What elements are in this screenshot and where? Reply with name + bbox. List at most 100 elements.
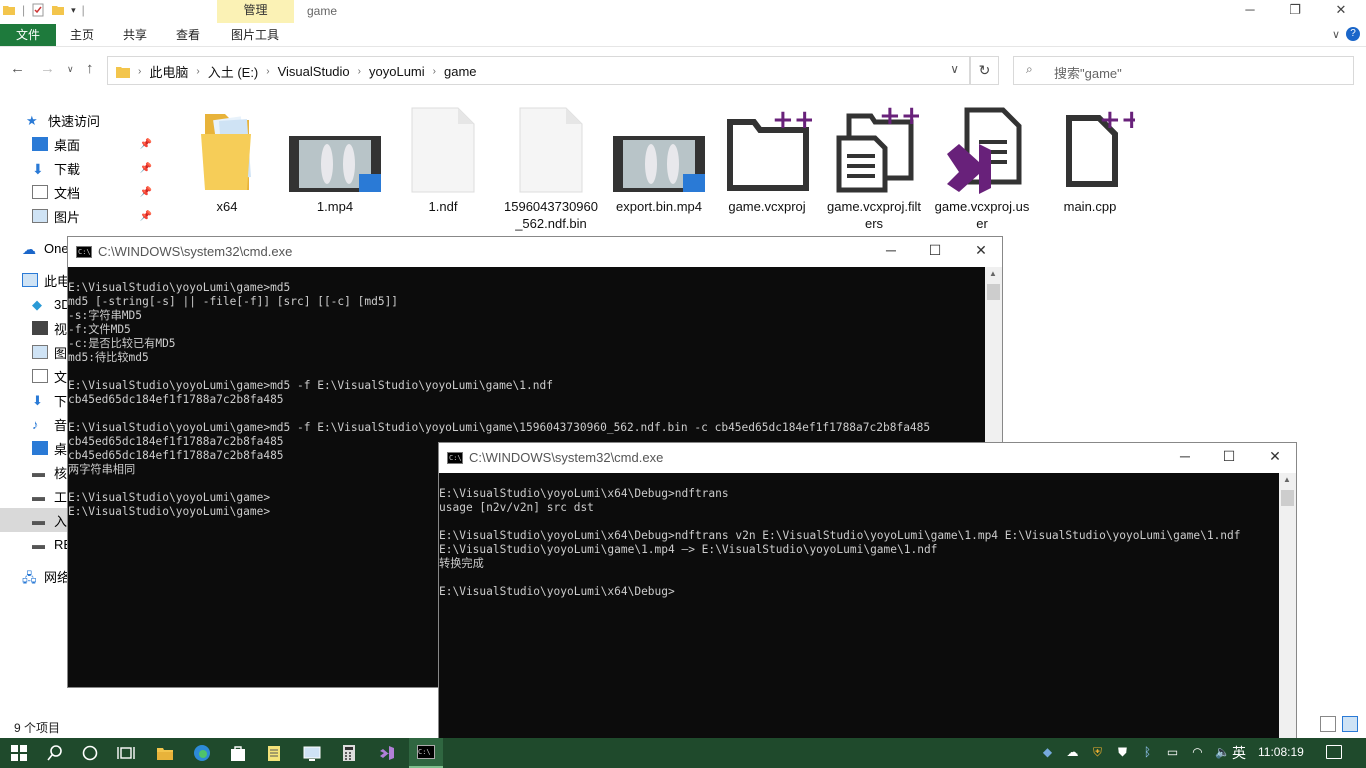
- customize-toolbar-icon[interactable]: ▾: [71, 5, 76, 16]
- scroll-up-icon[interactable]: ▲: [1283, 475, 1291, 484]
- file-item[interactable]: 1596043730960_562.ndf.bin: [501, 104, 601, 232]
- file-item[interactable]: x64: [177, 104, 277, 215]
- tab-picture-tools[interactable]: 图片工具: [219, 24, 291, 46]
- tab-file[interactable]: 文件: [0, 24, 56, 46]
- pin-icon[interactable]: 📌: [140, 163, 152, 174]
- console-line: -c:是否比较已有MD5: [68, 337, 176, 350]
- console-line: md5 [-string[-s] || -file[-f]] [src] [[-…: [68, 295, 399, 308]
- folder-icon[interactable]: [2, 3, 16, 17]
- chevron-down-icon[interactable]: ∨: [1332, 28, 1340, 41]
- file-item[interactable]: ++ game.vcxproj.filters: [824, 101, 924, 232]
- maximize-button[interactable]: ☐: [924, 242, 946, 262]
- large-icons-view-icon[interactable]: [1342, 716, 1358, 732]
- forward-arrow-icon[interactable]: →: [40, 60, 55, 77]
- volume-icon[interactable]: 🔈: [1215, 745, 1230, 760]
- new-folder-icon[interactable]: [51, 3, 65, 17]
- close-button[interactable]: ✕: [970, 242, 992, 262]
- context-tab-manage[interactable]: 管理: [217, 0, 294, 23]
- refresh-button[interactable]: ↻: [970, 56, 999, 85]
- breadcrumb-game[interactable]: game: [444, 64, 477, 79]
- bluetooth-icon[interactable]: ᛒ: [1140, 745, 1155, 760]
- nav-documents[interactable]: 文档 📌: [32, 180, 190, 204]
- notepad-icon[interactable]: [265, 744, 283, 762]
- pin-icon[interactable]: 📌: [140, 139, 152, 150]
- file-item[interactable]: 1.ndf: [393, 104, 493, 215]
- task-view-icon[interactable]: [117, 744, 135, 762]
- chevron-right-icon[interactable]: ›: [196, 66, 199, 77]
- chevron-down-icon[interactable]: ∨: [950, 62, 959, 76]
- tab-view[interactable]: 查看: [168, 24, 208, 46]
- calculator-icon[interactable]: [340, 744, 358, 762]
- address-bar[interactable]: › 此电脑 › 入土 (E:) › VisualStudio › yoyoLum…: [107, 56, 970, 85]
- nav-desktop[interactable]: 桌面 📌: [32, 132, 190, 156]
- close-button[interactable]: ✕: [1264, 448, 1286, 468]
- pin-icon[interactable]: 📌: [140, 211, 152, 222]
- tab-share[interactable]: 共享: [115, 24, 155, 46]
- search-icon[interactable]: [46, 744, 64, 762]
- console-line: E:\VisualStudio\yoyoLumi\x64\Debug>: [439, 585, 675, 598]
- cortana-icon[interactable]: [81, 744, 99, 762]
- nav-downloads[interactable]: ⬇ 下载 📌: [32, 156, 190, 180]
- breadcrumb-visualstudio[interactable]: VisualStudio: [278, 64, 350, 79]
- security-icon[interactable]: ⛊: [1115, 745, 1130, 760]
- file-item[interactable]: ++ game.vcxproj: [717, 104, 817, 215]
- cmd-window[interactable]: C:\ C:\WINDOWS\system32\cmd.exe ─ ☐ ✕ E:…: [438, 442, 1297, 742]
- tab-home[interactable]: 主页: [62, 24, 102, 46]
- visual-studio-icon[interactable]: [378, 744, 396, 762]
- shield-icon[interactable]: ⛨: [1090, 745, 1105, 760]
- scroll-up-icon[interactable]: ▲: [989, 269, 997, 278]
- help-icon[interactable]: ?: [1346, 27, 1360, 41]
- minimize-button[interactable]: ─: [1174, 448, 1196, 468]
- restore-button[interactable]: ❐: [1285, 2, 1305, 20]
- scrollbar-thumb[interactable]: [987, 284, 1000, 300]
- notification-icon[interactable]: [1326, 745, 1342, 759]
- video-thumbnail-icon: [609, 104, 709, 196]
- minimize-button[interactable]: ─: [880, 242, 902, 262]
- cmd-titlebar[interactable]: C:\ C:\WINDOWS\system32\cmd.exe ─ ☐ ✕: [439, 443, 1296, 473]
- windows-start-icon[interactable]: [10, 744, 28, 762]
- maximize-button[interactable]: ☐: [1218, 448, 1240, 468]
- svg-text:++: ++: [1099, 105, 1135, 135]
- scrollbar[interactable]: ▲: [1279, 473, 1296, 741]
- nav-label: 下: [54, 393, 68, 409]
- details-view-icon[interactable]: [1320, 716, 1336, 732]
- battery-icon[interactable]: ▭: [1165, 745, 1180, 760]
- chevron-right-icon[interactable]: ›: [266, 66, 269, 77]
- breadcrumb-this-pc[interactable]: 此电脑: [149, 62, 188, 81]
- file-item[interactable]: game.vcxproj.user: [932, 104, 1032, 232]
- remote-desktop-icon[interactable]: [303, 744, 321, 762]
- file-item[interactable]: ++ main.cpp: [1040, 104, 1143, 215]
- input-method-indicator[interactable]: 英: [1232, 743, 1246, 763]
- up-arrow-icon[interactable]: ↑: [86, 60, 94, 77]
- recent-locations-icon[interactable]: ∨: [67, 64, 74, 75]
- cpp-file-icon: ++: [1040, 104, 1143, 196]
- chevron-right-icon[interactable]: ›: [138, 66, 141, 77]
- back-arrow-icon[interactable]: ←: [10, 60, 25, 77]
- breadcrumb-yoyolumi[interactable]: yoyoLumi: [369, 64, 425, 79]
- edge-browser-icon[interactable]: [193, 744, 211, 762]
- console-line: -s:字符串MD5: [68, 309, 142, 322]
- console-output[interactable]: E:\VisualStudio\yoyoLumi\x64\Debug>ndftr…: [439, 473, 1279, 741]
- clock[interactable]: 11:08:19: [1258, 745, 1304, 759]
- file-item[interactable]: 1.mp4: [285, 104, 385, 215]
- nav-quick-access[interactable]: ★ 快速访问: [26, 108, 184, 132]
- minimize-button[interactable]: ─: [1240, 2, 1260, 20]
- file-explorer-icon[interactable]: [156, 744, 174, 762]
- close-button[interactable]: ✕: [1331, 2, 1351, 20]
- search-box[interactable]: ⌕ 搜索"game": [1013, 56, 1354, 85]
- onedrive-icon[interactable]: ☁: [1065, 745, 1080, 760]
- pin-icon[interactable]: 📌: [140, 187, 152, 198]
- cmd-taskbar-button[interactable]: C:\: [409, 738, 443, 768]
- wifi-icon[interactable]: ◠: [1190, 745, 1205, 760]
- app-tray-icon[interactable]: ◆: [1040, 745, 1055, 760]
- toolbar-divider: |: [81, 3, 85, 17]
- chevron-right-icon[interactable]: ›: [433, 66, 436, 77]
- nav-pictures[interactable]: 图片 📌: [32, 204, 190, 228]
- scrollbar-thumb[interactable]: [1281, 490, 1294, 506]
- file-item[interactable]: export.bin.mp4: [609, 104, 709, 215]
- store-icon[interactable]: [229, 744, 247, 762]
- breadcrumb-drive[interactable]: 入土 (E:): [208, 62, 259, 81]
- cmd-titlebar[interactable]: C:\ C:\WINDOWS\system32\cmd.exe ─ ☐ ✕: [68, 237, 1002, 267]
- chevron-right-icon[interactable]: ›: [358, 66, 361, 77]
- properties-icon[interactable]: [31, 3, 45, 17]
